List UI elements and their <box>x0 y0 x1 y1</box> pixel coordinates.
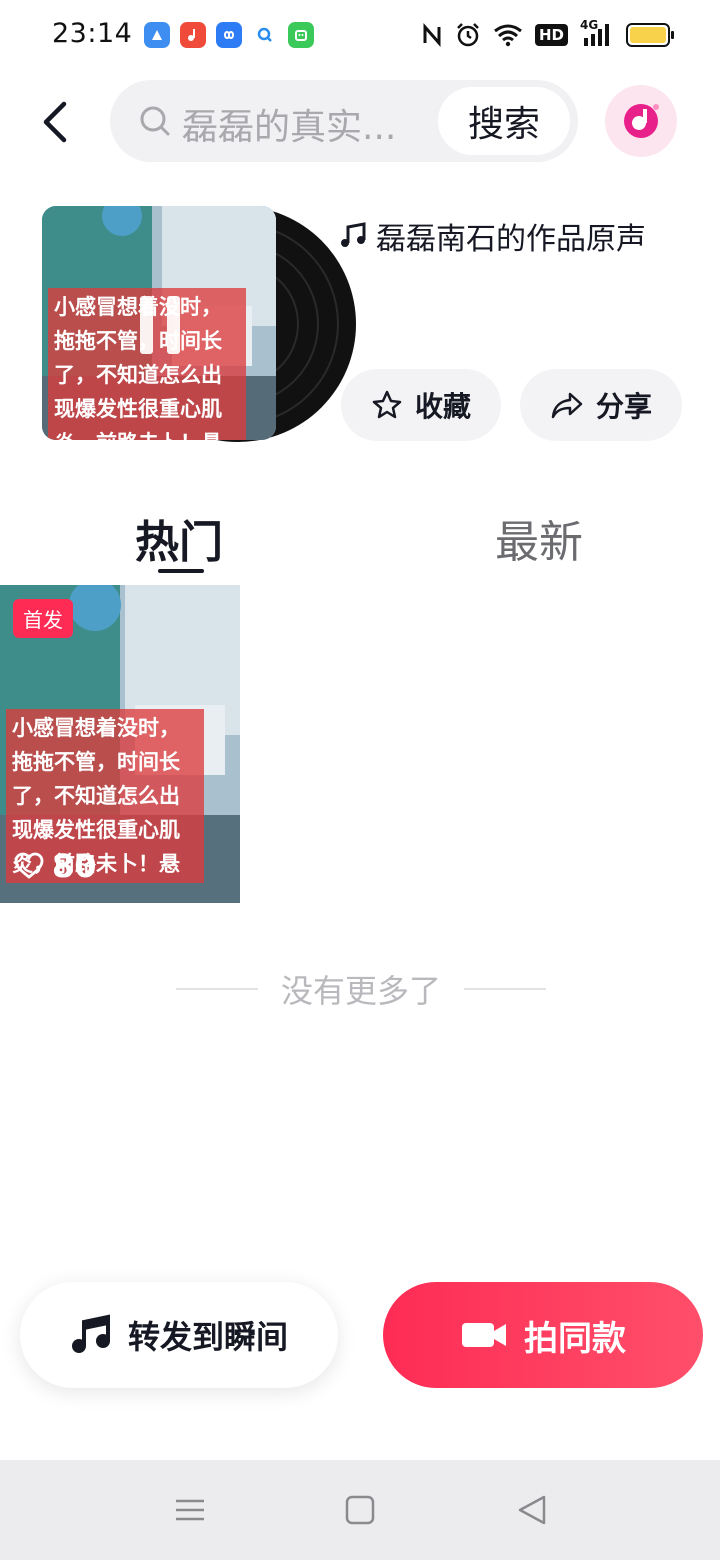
share-to-moment-button[interactable]: 转发到瞬间 <box>20 1282 338 1388</box>
end-of-list: 没有更多了 <box>176 966 546 1012</box>
sound-cover-area[interactable]: 小感冒想着没时，拖拖不管，时间长了，不知道怎么出现爆发性很重心肌炎，前路未卜！悬 <box>42 206 356 442</box>
chevron-left-icon <box>43 101 67 143</box>
app-notification-icon-2 <box>180 22 206 48</box>
menu-icon <box>176 1499 204 1521</box>
search-icon <box>140 106 170 136</box>
search-bar[interactable]: 磊磊的真实... 搜索 <box>110 80 578 162</box>
nav-menu-button[interactable] <box>170 1490 210 1530</box>
active-tab-indicator <box>158 569 204 573</box>
share-label: 分享 <box>595 390 652 423</box>
app-notification-icon-1 <box>144 22 170 48</box>
like-count-text: 80 <box>52 847 97 885</box>
pause-icon[interactable] <box>140 296 180 354</box>
status-indicators: HD 4G <box>421 18 674 50</box>
like-count: 80 <box>14 847 97 885</box>
alarm-icon <box>455 20 481 50</box>
app-notification-icon-5 <box>288 22 314 48</box>
nav-home-button[interactable] <box>340 1490 380 1530</box>
network-type-label: 4G <box>580 18 599 32</box>
status-bar: 23:14 HD 4G <box>0 0 720 72</box>
app-notification-icon-3 <box>216 22 242 48</box>
shoot-same-button[interactable]: 拍同款 <box>383 1282 703 1388</box>
search-button[interactable]: 搜索 <box>438 87 570 155</box>
system-nav-bar <box>0 1460 720 1560</box>
heart-icon <box>14 852 44 879</box>
hd-icon: HD <box>534 20 568 50</box>
star-icon <box>372 390 402 419</box>
wifi-icon <box>493 20 523 50</box>
divider-right <box>463 988 546 990</box>
signal-icon: 4G <box>580 18 614 50</box>
divider-left <box>176 988 258 990</box>
favorite-label: 收藏 <box>414 390 471 423</box>
share-arrow-icon <box>551 392 583 419</box>
tab-hot[interactable]: 热门 <box>135 506 223 570</box>
sound-title: 磊磊南石的作品原声 <box>338 214 646 258</box>
music-note-icon <box>341 222 366 247</box>
music-app-logo[interactable] <box>605 85 677 157</box>
end-of-list-text: 没有更多了 <box>280 972 441 1010</box>
app-notification-icon-4 <box>252 22 278 48</box>
hd-label: HD <box>534 24 568 46</box>
sound-title-text: 磊磊南石的作品原声 <box>376 222 646 257</box>
sound-cover-image: 小感冒想着没时，拖拖不管，时间长了，不知道怎么出现爆发性很重心肌炎，前路未卜！悬 <box>42 206 276 440</box>
nav-back-button[interactable] <box>512 1490 552 1530</box>
share-button[interactable]: 分享 <box>520 369 682 441</box>
camera-icon <box>462 1323 506 1347</box>
favorite-button[interactable]: 收藏 <box>341 369 501 441</box>
battery-icon <box>626 23 674 47</box>
back-triangle-icon <box>518 1495 546 1525</box>
share-to-moment-label: 转发到瞬间 <box>127 1318 288 1356</box>
search-input[interactable]: 磊磊的真实... <box>182 98 418 150</box>
status-app-icons <box>144 22 314 48</box>
nfc-icon <box>421 20 443 50</box>
music-note-icon <box>71 1314 110 1353</box>
battery-level <box>630 27 666 43</box>
home-icon <box>345 1495 375 1525</box>
first-release-badge: 首发 <box>13 599 73 638</box>
video-card[interactable]: 首发 小感冒想着没时，拖拖不管，时间长了，不知道怎么出现爆发性很重心肌炎，前路未… <box>0 585 240 903</box>
status-time: 23:14 <box>52 18 133 49</box>
shoot-same-label: 拍同款 <box>524 1318 626 1359</box>
back-button[interactable] <box>36 98 76 146</box>
tab-new[interactable]: 最新 <box>495 506 583 570</box>
music-logo-icon <box>624 104 659 138</box>
